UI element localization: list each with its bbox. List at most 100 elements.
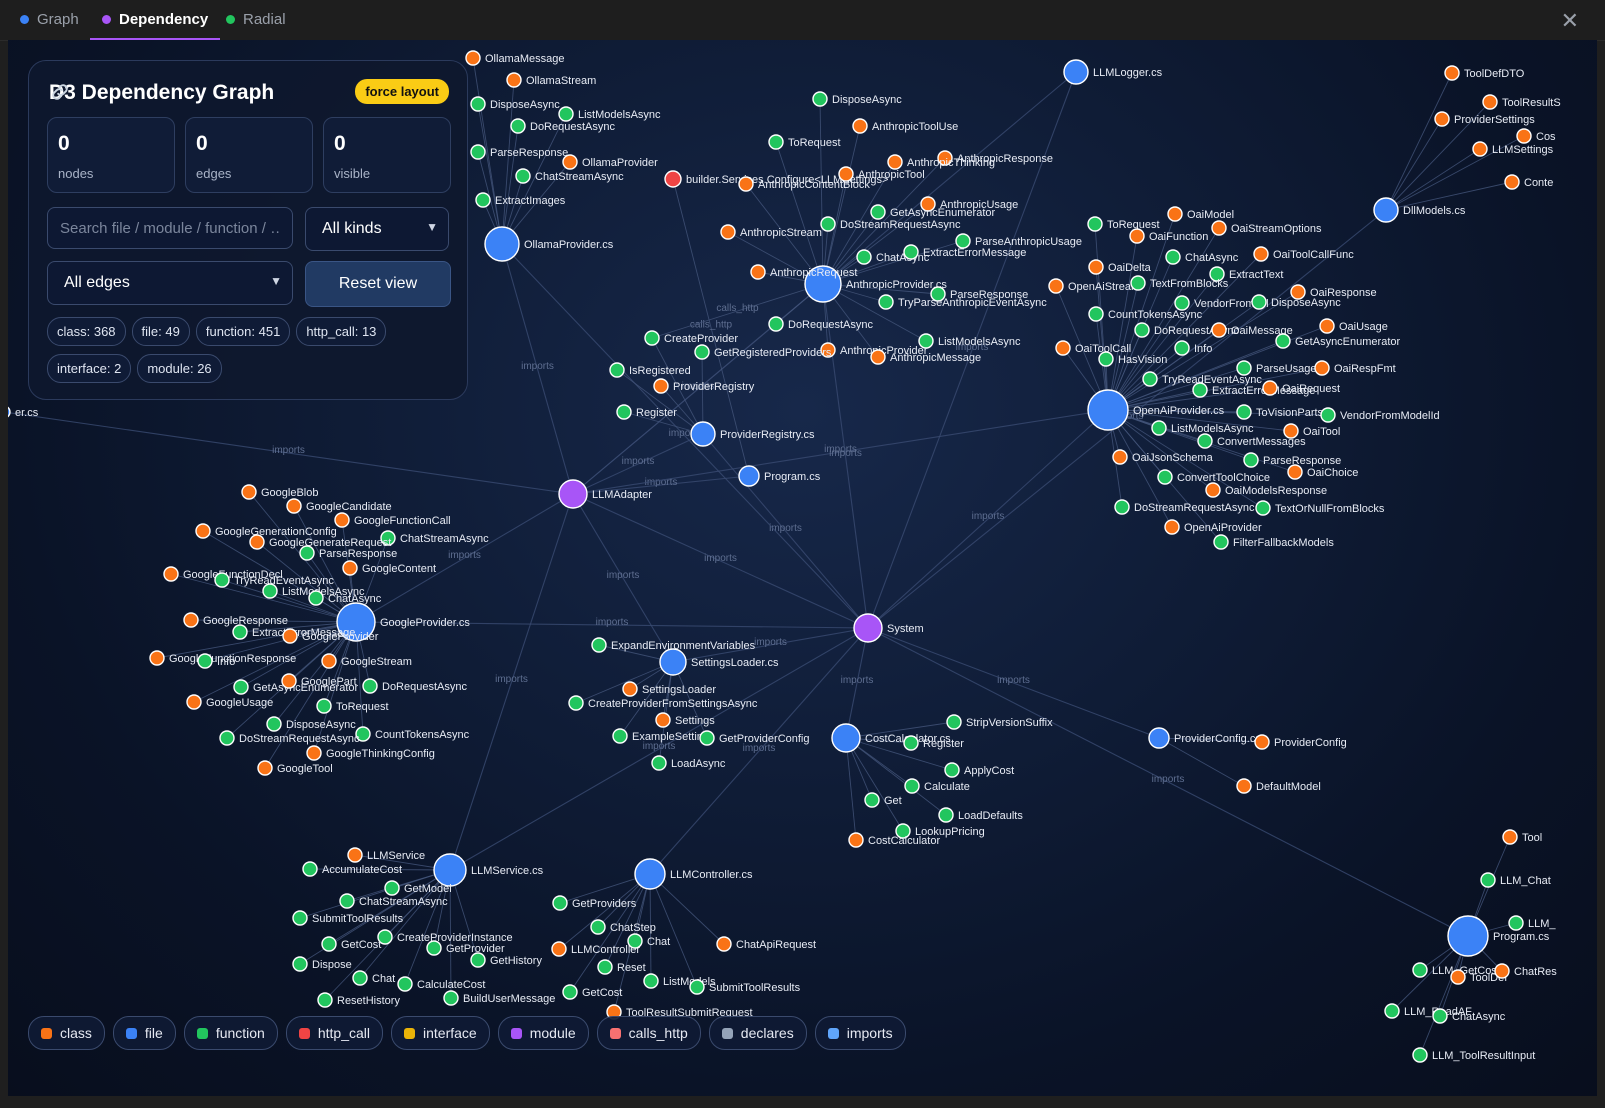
node-circle[interactable] bbox=[651, 755, 667, 771]
node-circle[interactable] bbox=[562, 984, 578, 1000]
graph-node-function[interactable]: ResetHistory bbox=[317, 992, 400, 1008]
graph-node-class[interactable]: GoogleCandidate bbox=[286, 498, 392, 514]
graph-node-function[interactable]: DoRequestAsync bbox=[510, 118, 615, 134]
node-circle[interactable] bbox=[643, 973, 659, 989]
graph-node-class[interactable]: Conte bbox=[1504, 174, 1553, 190]
node-circle[interactable] bbox=[1114, 499, 1130, 515]
graph-node-function[interactable]: ToRequest bbox=[316, 698, 389, 714]
node-circle[interactable] bbox=[397, 976, 413, 992]
node-circle[interactable] bbox=[870, 349, 886, 365]
node-circle[interactable] bbox=[1087, 389, 1129, 431]
node-circle[interactable] bbox=[1447, 915, 1489, 957]
node-circle[interactable] bbox=[515, 168, 531, 184]
graph-node-class[interactable]: OllamaStream bbox=[506, 72, 596, 88]
graph-node-function[interactable]: ToRequest bbox=[768, 134, 841, 150]
graph-node-function[interactable]: Chat bbox=[352, 970, 395, 986]
node-circle[interactable] bbox=[362, 678, 378, 694]
graph-node-function[interactable]: VendorFromModelId bbox=[1320, 407, 1440, 423]
graph-node-class[interactable]: GoogleGenerateRequest bbox=[249, 534, 391, 550]
node-circle[interactable] bbox=[241, 484, 257, 500]
graph-node-function[interactable]: LoadAsync bbox=[651, 755, 726, 771]
node-circle[interactable] bbox=[720, 224, 736, 240]
graph-node-function[interactable]: GetHistory bbox=[470, 952, 542, 968]
graph-node-function[interactable]: CountTokensAsync bbox=[355, 726, 470, 742]
graph-node-class[interactable]: OpenAiStream bbox=[1048, 278, 1140, 294]
graph-node-function[interactable]: CreateProviderFromSettingsAsync bbox=[568, 695, 758, 711]
graph-node-function[interactable]: TextFromBlocks bbox=[1130, 275, 1229, 291]
graph-node-function[interactable]: ChatStreamAsync bbox=[515, 168, 624, 184]
graph-node-function[interactable]: LLM_ bbox=[1508, 915, 1556, 931]
graph-node-file[interactable]: DllModels.cs bbox=[1373, 197, 1466, 223]
graph-node-function[interactable]: GetProviders bbox=[552, 895, 637, 911]
node-circle[interactable] bbox=[1450, 969, 1466, 985]
graph-node-function[interactable]: TextOrNullFromBlocks bbox=[1255, 500, 1385, 516]
close-icon[interactable]: ✕ bbox=[1561, 8, 1579, 34]
graph-node-function[interactable]: ChatAsync bbox=[1432, 1008, 1506, 1024]
node-circle[interactable] bbox=[308, 590, 324, 606]
node-circle[interactable] bbox=[317, 992, 333, 1008]
graph-node-class[interactable]: GoogleTool bbox=[257, 760, 333, 776]
graph-node-file[interactable]: LLMService.cs bbox=[433, 853, 544, 887]
graph-node-function[interactable]: Register bbox=[616, 404, 677, 420]
graph-node-class[interactable]: ToolDefDTO bbox=[1444, 65, 1525, 81]
graph-node-class[interactable]: Settings bbox=[655, 712, 715, 728]
graph-node-function[interactable]: LoadDefaults bbox=[938, 807, 1023, 823]
node-circle[interactable] bbox=[659, 648, 687, 676]
node-circle[interactable] bbox=[1157, 469, 1173, 485]
graph-node-function[interactable]: Register bbox=[903, 735, 964, 751]
node-circle[interactable] bbox=[1243, 452, 1259, 468]
node-circle[interactable] bbox=[856, 249, 872, 265]
node-circle[interactable] bbox=[878, 294, 894, 310]
node-circle[interactable] bbox=[1319, 318, 1335, 334]
graph-node-file[interactable]: LLMController.cs bbox=[634, 858, 753, 890]
node-circle[interactable] bbox=[1167, 206, 1183, 222]
graph-node-function[interactable]: ExpandEnvironmentVariables bbox=[591, 637, 756, 653]
node-circle[interactable] bbox=[812, 91, 828, 107]
node-circle[interactable] bbox=[1314, 360, 1330, 376]
node-circle[interactable] bbox=[597, 959, 613, 975]
graph-node-class[interactable]: OaiDelta bbox=[1088, 259, 1152, 275]
graph-node-class[interactable]: OpenAiProvider bbox=[1164, 519, 1262, 535]
node-circle[interactable] bbox=[281, 673, 297, 689]
graph-node-function[interactable]: Calculate bbox=[904, 778, 970, 794]
graph-node-class[interactable]: OllamaProvider bbox=[562, 154, 658, 170]
graph-node-file[interactable]: ProviderRegistry.cs bbox=[690, 421, 815, 447]
legend-module[interactable]: module bbox=[497, 1016, 589, 1050]
node-circle[interactable] bbox=[903, 735, 919, 751]
graph-node-class[interactable]: Cos bbox=[1516, 128, 1556, 144]
node-circle[interactable] bbox=[903, 244, 919, 260]
graph-node-function[interactable]: ChatStreamAsync bbox=[380, 530, 489, 546]
node-circle[interactable] bbox=[443, 990, 459, 1006]
node-circle[interactable] bbox=[484, 226, 520, 262]
node-circle[interactable] bbox=[870, 204, 886, 220]
graph-node-function[interactable]: DoStreamRequestAsync bbox=[820, 216, 961, 232]
node-circle[interactable] bbox=[738, 176, 754, 192]
graph-node-file[interactable]: ProviderConfig.cs bbox=[1148, 727, 1261, 749]
node-circle[interactable] bbox=[768, 316, 784, 332]
graph-node-class[interactable]: LLMSettings bbox=[1472, 141, 1554, 157]
graph-node-function[interactable]: BuildUserMessage bbox=[443, 990, 555, 1006]
count-chip[interactable]: http_call: 13 bbox=[296, 317, 387, 346]
node-circle[interactable] bbox=[716, 936, 732, 952]
node-circle[interactable] bbox=[699, 730, 715, 746]
graph-node-function[interactable]: GetRegisteredProviders bbox=[694, 344, 832, 360]
node-circle[interactable] bbox=[655, 712, 671, 728]
graph-node-function[interactable]: CalculateCost bbox=[397, 976, 485, 992]
node-circle[interactable] bbox=[8, 406, 11, 418]
graph-node-function[interactable]: IsRegistered bbox=[609, 362, 691, 378]
node-circle[interactable] bbox=[219, 730, 235, 746]
reset-view-button[interactable]: Reset view bbox=[305, 261, 451, 307]
node-circle[interactable] bbox=[286, 498, 302, 514]
node-circle[interactable] bbox=[831, 723, 861, 753]
node-circle[interactable] bbox=[1432, 1008, 1448, 1024]
node-circle[interactable] bbox=[1255, 500, 1271, 516]
node-circle[interactable] bbox=[1142, 371, 1158, 387]
graph-node-function[interactable]: ChatAsync bbox=[1165, 249, 1239, 265]
node-circle[interactable] bbox=[1502, 829, 1518, 845]
node-circle[interactable] bbox=[197, 653, 213, 669]
graph-node-function[interactable]: ToVisionParts bbox=[1236, 404, 1324, 420]
node-circle[interactable] bbox=[558, 479, 588, 509]
graph-canvas[interactable]: imports imports imports imports imports impor… bbox=[8, 40, 1597, 1096]
node-circle[interactable] bbox=[306, 745, 322, 761]
graph-node-class[interactable]: Tool bbox=[1502, 829, 1542, 845]
